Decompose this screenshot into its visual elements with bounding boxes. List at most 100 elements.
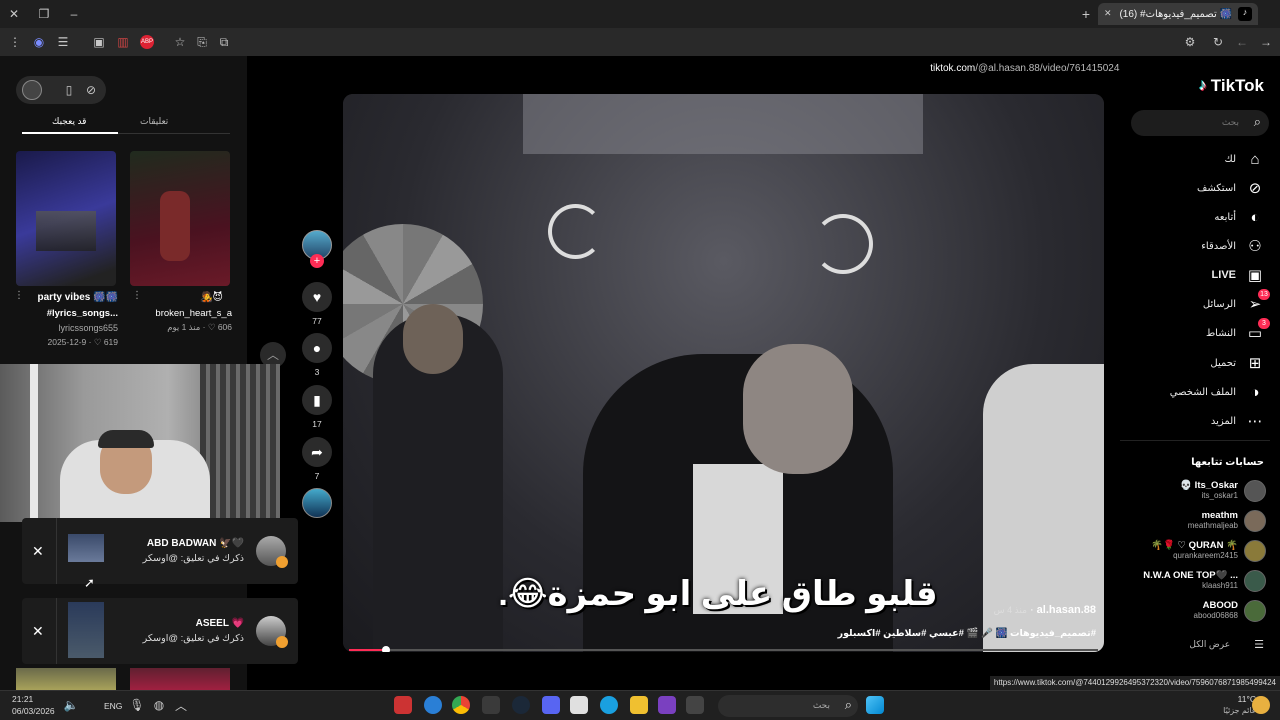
reading-list-icon[interactable]: ☰: [56, 34, 70, 50]
forward-icon[interactable]: ←: [1234, 34, 1250, 50]
app-icon-edge-dev[interactable]: [424, 696, 442, 714]
following-item[interactable]: N.W.A ONE TOP🖤 ... klaash911: [1143, 569, 1266, 593]
tiktok-logo[interactable]: ♪ TikTok: [1199, 76, 1264, 96]
following-item[interactable]: 🌴🌹 ♡ QURAN 🌴 qurankareem2415: [1151, 539, 1266, 563]
bookmark-star-icon[interactable]: ☆: [172, 34, 188, 50]
avatar[interactable]: [1244, 480, 1266, 502]
heart-icon[interactable]: ♥: [302, 282, 332, 312]
search-icon[interactable]: ⌕: [1254, 114, 1261, 130]
network-icon[interactable]: ◍: [152, 697, 166, 713]
like-action[interactable]: ♥ 77: [302, 282, 332, 326]
back-icon[interactable]: →: [1258, 34, 1274, 50]
bookmark-icon[interactable]: ▮: [302, 385, 332, 415]
save-action[interactable]: ▮ 17: [302, 385, 332, 429]
app-icon-app[interactable]: [658, 696, 676, 714]
video-caption[interactable]: #تصميم_فيديوهات 🎆 🎤 🎬 #عبسي #سلاطين #اكس…: [838, 628, 1096, 639]
follow-plus-icon[interactable]: +: [310, 254, 324, 268]
extension-icon[interactable]: ◉: [32, 34, 46, 50]
app-icon-steam[interactable]: [512, 696, 530, 714]
avatar[interactable]: [1244, 600, 1266, 622]
app-icon-terminal[interactable]: [686, 696, 704, 714]
video-author[interactable]: al.hasan.88: [1037, 604, 1096, 616]
sidebar-item-1[interactable]: ⊘ استكشف: [1197, 177, 1264, 199]
progress-knob[interactable]: [382, 646, 390, 652]
sidebar-item-9[interactable]: ⋯ المزيد: [1211, 410, 1264, 432]
weather-icon[interactable]: [1252, 696, 1270, 714]
mention-notification[interactable]: ✕ ASEEL 💗 ذكرك في تعليق: @اوسكر: [22, 598, 298, 664]
video-player[interactable]: قلبو طاق على ابو حمزة😂. al.hasan.88 · من…: [343, 94, 1104, 652]
sidebar-item-7[interactable]: ⊞ تحميل: [1210, 352, 1264, 374]
close-notification-icon[interactable]: ✕: [32, 623, 44, 640]
minimize-window-icon[interactable]: –: [66, 6, 82, 22]
sidebar-item-4[interactable]: ▣ LIVE: [1212, 264, 1264, 286]
weather-label: غائم جزئيًا: [1223, 706, 1256, 715]
close-notification-icon[interactable]: ✕: [32, 543, 44, 560]
restore-window-icon[interactable]: ❐: [36, 6, 52, 22]
suggested-video-thumb[interactable]: [16, 668, 116, 690]
sidebar-item-0[interactable]: ⌂ لك: [1225, 148, 1264, 170]
sidebar-item-3[interactable]: ⚇ الأصدقاء: [1201, 235, 1264, 257]
app-icon-chrome[interactable]: [452, 696, 470, 714]
share-action[interactable]: ➦ 7: [302, 437, 332, 481]
extension-red-icon[interactable]: ▥: [116, 34, 130, 50]
weather-temp[interactable]: 11°C: [1200, 694, 1256, 704]
music-disc-icon[interactable]: [302, 488, 332, 518]
sidebar-item-5[interactable]: ➢ 13 الرسائل: [1203, 289, 1270, 315]
app-icon-edge[interactable]: [600, 696, 618, 714]
mention-notification[interactable]: ✕ ABD BADWAN 🦅🖤 ذكرك في تعليق: @اوسكر: [22, 518, 298, 584]
tab-comments[interactable]: تعليقات: [140, 116, 168, 127]
reload-icon[interactable]: ↻: [1210, 34, 1226, 50]
following-item[interactable]: 💀 Its_Oskar its_oskar1: [1180, 479, 1266, 503]
clock-date[interactable]: 06/03/2026: [12, 706, 55, 716]
app-icon-discord[interactable]: [542, 696, 560, 714]
progress-track[interactable]: [349, 649, 1098, 651]
card-menu-icon[interactable]: ⋮: [14, 290, 24, 301]
app-icon-explorer[interactable]: [630, 696, 648, 714]
extensions-puzzle-icon[interactable]: ▣: [92, 34, 106, 50]
comment-icon[interactable]: ●: [302, 333, 332, 363]
app-icon-store[interactable]: [570, 696, 588, 714]
new-tab-icon[interactable]: +: [1077, 5, 1095, 23]
mini-avatar[interactable]: [22, 80, 42, 100]
suggested-video-thumb[interactable]: [130, 151, 230, 286]
app-icon-media[interactable]: [394, 696, 412, 714]
following-item[interactable]: ABOOD abood06868: [1194, 599, 1266, 623]
sidebar-item-6[interactable]: ▭ 3 النشاط: [1206, 318, 1270, 344]
adblock-icon[interactable]: ABP: [140, 35, 154, 49]
windows-start-icon[interactable]: [866, 696, 884, 714]
tab-close-icon[interactable]: ✕: [1104, 8, 1112, 19]
comment-action[interactable]: ● 3: [302, 333, 332, 377]
volume-icon[interactable]: 🔈: [64, 697, 79, 713]
screenshot-icon[interactable]: ⧉: [216, 34, 232, 50]
language-indicator[interactable]: ENG: [104, 701, 122, 711]
tab-liked[interactable]: قد يعجبك: [52, 116, 86, 127]
see-all-link[interactable]: عرض الكل ☰: [1189, 638, 1264, 651]
share-page-icon[interactable]: ⎘: [194, 34, 210, 50]
avatar[interactable]: [1244, 570, 1266, 592]
card-author[interactable]: lyricssongs655: [14, 323, 118, 333]
taskbar-search[interactable]: بحث ⌕: [718, 695, 858, 717]
site-settings-icon[interactable]: ⚙: [1182, 34, 1198, 50]
tray-overflow-icon[interactable]: ︿: [174, 697, 188, 713]
phone-icon[interactable]: ▯: [62, 82, 76, 98]
clock-time[interactable]: 21:21: [12, 694, 33, 704]
tiktok-note-icon: ♪: [1198, 77, 1207, 94]
app-icon-xbox[interactable]: [482, 696, 500, 714]
active-tab[interactable]: (16) #تصميم_فيديوهات 🎆 ✕ ♪: [1098, 3, 1258, 25]
search-box[interactable]: بحث ⌕: [1131, 110, 1269, 136]
avatar[interactable]: [1244, 510, 1266, 532]
suggested-video-thumb[interactable]: [16, 151, 116, 286]
share-icon[interactable]: ➦: [302, 437, 332, 467]
sidebar-item-8[interactable]: ◑ الملف الشخصي: [1170, 381, 1264, 403]
profile-icon: ◑: [1250, 383, 1260, 401]
card-menu-icon[interactable]: ⋮: [132, 290, 142, 301]
sidebar-item-2[interactable]: ◐ أتابعه: [1214, 206, 1264, 228]
compass-small-icon[interactable]: ⊘: [84, 82, 98, 98]
close-window-icon[interactable]: ✕: [6, 6, 22, 22]
microphone-icon[interactable]: 🎙: [129, 697, 144, 713]
menu-dots-icon[interactable]: ⋮: [8, 34, 22, 50]
suggested-video-thumb[interactable]: [130, 668, 230, 690]
following-item[interactable]: meathm meathmaljeab: [1188, 509, 1266, 533]
avatar[interactable]: [1244, 540, 1266, 562]
sidebar-item-label: الملف الشخصي: [1169, 386, 1236, 398]
